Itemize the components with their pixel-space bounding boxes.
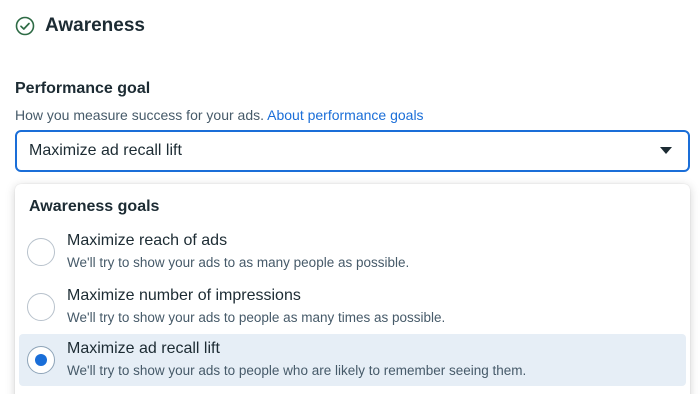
caret-down-icon — [660, 147, 672, 154]
section-header: Awareness — [15, 15, 145, 37]
dropdown-group-title: Awareness goals — [29, 198, 160, 215]
campaign-settings-panel: Awareness Performance goal How you measu… — [0, 0, 700, 394]
option-title: Maximize ad recall lift — [67, 340, 220, 357]
radio-dot — [35, 354, 47, 366]
option-description: We'll try to show your ads to people as … — [67, 310, 446, 325]
option-title: Maximize number of impressions — [67, 287, 301, 304]
radio-button[interactable] — [27, 238, 55, 266]
option-title: Maximize reach of ads — [67, 232, 228, 249]
help-text: How you measure success for your ads. — [15, 107, 264, 123]
performance-goal-select[interactable]: Maximize ad recall lift — [15, 130, 690, 172]
radio-button[interactable] — [27, 293, 55, 321]
option-maximize-ad-recall-lift[interactable]: Maximize ad recall lift We'll try to sho… — [19, 334, 686, 386]
performance-goal-label: Performance goal — [15, 80, 151, 97]
option-description: We'll try to show your ads to as many pe… — [67, 255, 410, 270]
performance-goal-dropdown: Awareness goals Maximize reach of ads We… — [15, 184, 690, 394]
about-performance-goals-link[interactable]: About performance goals — [267, 107, 423, 123]
option-maximize-reach[interactable]: Maximize reach of ads We'll try to show … — [19, 226, 686, 278]
option-description: We'll try to show your ads to people who… — [67, 363, 527, 378]
option-maximize-impressions[interactable]: Maximize number of impressions We'll try… — [19, 281, 686, 333]
check-circle-icon — [15, 16, 35, 36]
section-title: Awareness — [45, 15, 145, 36]
performance-goal-help: How you measure success for your ads. Ab… — [15, 107, 424, 123]
radio-button-selected[interactable] — [27, 346, 55, 374]
select-value: Maximize ad recall lift — [29, 142, 182, 159]
